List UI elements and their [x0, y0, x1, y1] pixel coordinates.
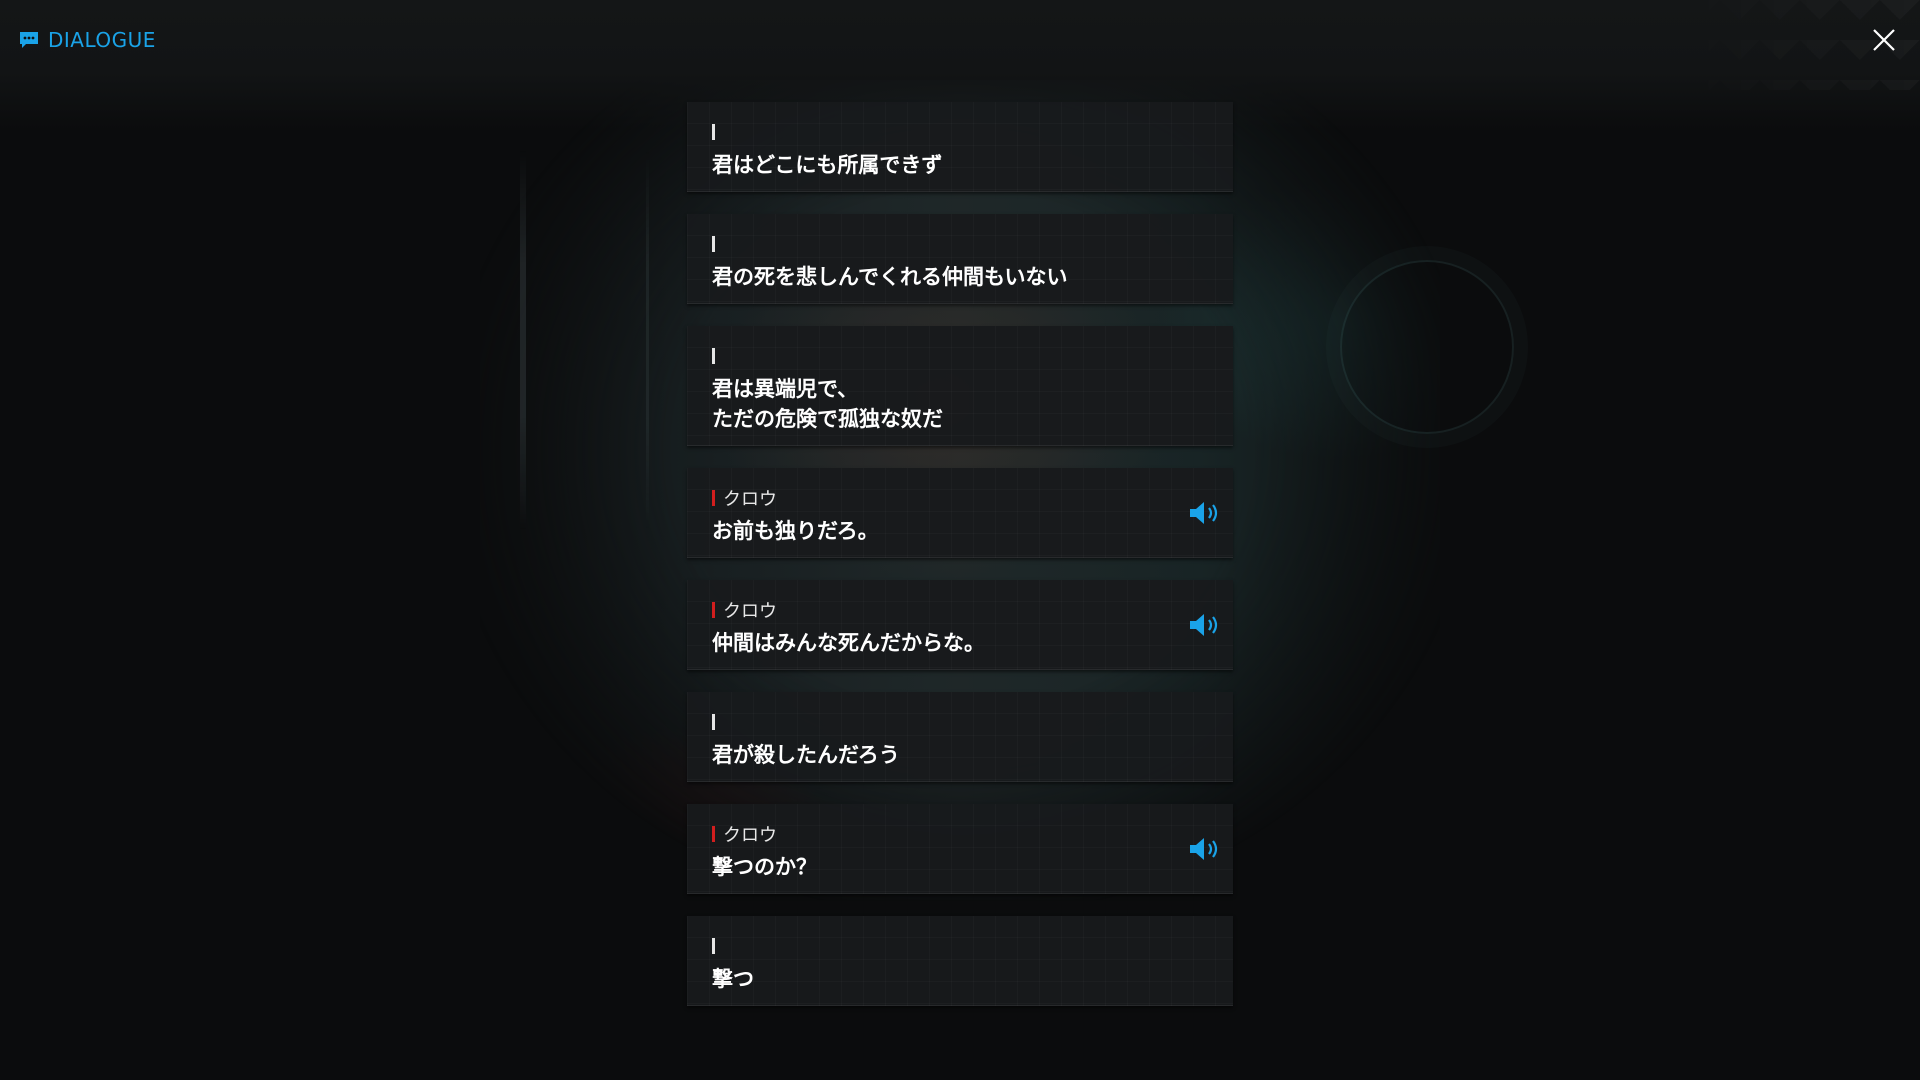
speaker-row	[712, 234, 723, 254]
speaker-row	[712, 346, 723, 366]
dialogue-text: 君は異端児で、 ただの危険で孤独な奴だ	[712, 377, 943, 431]
speaker-name: クロウ	[723, 489, 777, 510]
dialogue-text: 撃つのか？	[712, 855, 817, 879]
speaker-row	[712, 122, 723, 142]
speaker-marker	[712, 826, 715, 842]
voice-playback-icon[interactable]	[1187, 610, 1223, 640]
speaker-row	[712, 936, 723, 956]
background-decoration	[520, 150, 649, 530]
speaker-marker	[712, 124, 715, 140]
dialogue-header: DIALOGUE	[18, 28, 156, 52]
speaker-name: クロウ	[723, 825, 777, 846]
dialogue-title: DIALOGUE	[48, 28, 156, 52]
dialogue-log-screen: DIALOGUE 君はどこにも所属できず 君の死を悲しんでくれる仲間もいない 君…	[0, 0, 1920, 1080]
dialogue-entry: クロウ お前も独りだろ。	[687, 468, 1233, 558]
speaker-marker	[712, 236, 715, 252]
dialogue-entry: 君は異端児で、 ただの危険で孤独な奴だ	[687, 326, 1233, 446]
speaker-marker	[712, 490, 715, 506]
dialogue-text: 撃つ	[712, 967, 754, 991]
dialogue-entry: クロウ 撃つのか？	[687, 804, 1233, 894]
dialogue-text: 君の死を悲しんでくれる仲間もいない	[712, 265, 1068, 289]
dialogue-entry: 撃つ	[687, 916, 1233, 1006]
speaker-row: クロウ	[712, 600, 777, 622]
chat-bubble-icon	[20, 32, 38, 48]
speaker-marker	[712, 938, 715, 954]
dialogue-entry: 君はどこにも所属できず	[687, 102, 1233, 192]
dialogue-text: 仲間はみんな死んだからな。	[712, 631, 985, 655]
speaker-marker	[712, 714, 715, 730]
speaker-marker	[712, 348, 715, 364]
dialogue-entry: 君が殺したんだろう	[687, 692, 1233, 782]
background-decoration	[1340, 260, 1514, 434]
dialogue-text: お前も独りだろ。	[712, 519, 879, 543]
dialogue-entry: 君の死を悲しんでくれる仲間もいない	[687, 214, 1233, 304]
close-icon[interactable]	[1866, 22, 1902, 58]
dialogue-text: 君はどこにも所属できず	[712, 153, 943, 177]
speaker-row: クロウ	[712, 824, 777, 846]
dialogue-text: 君が殺したんだろう	[712, 743, 900, 767]
dialogue-entry: クロウ 仲間はみんな死んだからな。	[687, 580, 1233, 670]
speaker-row: クロウ	[712, 488, 777, 510]
voice-playback-icon[interactable]	[1187, 498, 1223, 528]
voice-playback-icon[interactable]	[1187, 834, 1223, 864]
speaker-row	[712, 712, 723, 732]
speaker-marker	[712, 602, 715, 618]
speaker-name: クロウ	[723, 601, 777, 622]
